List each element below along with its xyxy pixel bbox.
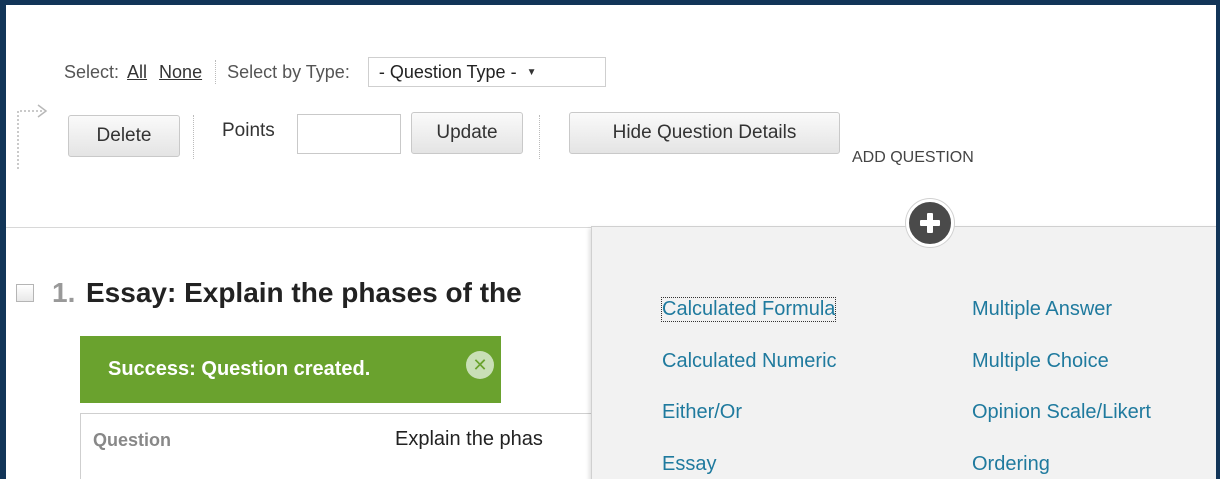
success-message: Success: Question created. — [108, 358, 371, 380]
dropdown-caret-icon: ▼ — [526, 66, 537, 78]
hide-question-details-button[interactable]: Hide Question Details — [569, 112, 840, 154]
question-column-label: Question — [93, 430, 172, 450]
update-button[interactable]: Update — [411, 112, 523, 154]
select-none-link[interactable]: None — [159, 62, 202, 83]
option-calculated-numeric[interactable]: Calculated Numeric — [662, 350, 837, 373]
divider — [215, 60, 217, 84]
question-checkbox[interactable] — [16, 284, 34, 302]
add-question-label: ADD QUESTION — [852, 149, 974, 166]
option-ordering[interactable]: Ordering — [972, 453, 1050, 476]
delete-button[interactable]: Delete — [68, 115, 180, 157]
divider — [193, 115, 194, 159]
option-essay[interactable]: Essay — [662, 453, 716, 476]
plus-circle-icon[interactable] — [906, 199, 954, 247]
corner-arrow-icon — [17, 104, 48, 169]
option-either-or[interactable]: Either/Or — [662, 401, 742, 424]
option-opinion-scale-likert[interactable]: Opinion Scale/Likert — [972, 401, 1151, 424]
app-frame: Select: All None Select by Type: - Quest… — [0, 0, 1220, 479]
close-circle-icon[interactable]: ✕ — [466, 351, 494, 379]
question-number: 1. — [52, 277, 76, 308]
question-details-table: Question Explain the phas — [80, 413, 600, 479]
success-banner: Success: Question created. ✕ — [80, 336, 501, 403]
points-label: Points — [222, 120, 275, 141]
select-all-link[interactable]: All — [127, 62, 147, 83]
question-type-value: - Question Type - — [378, 61, 517, 82]
question-title: Essay: Explain the phases of the — [86, 277, 522, 308]
question-text: Explain the phas — [395, 428, 543, 450]
option-multiple-choice[interactable]: Multiple Choice — [972, 350, 1109, 373]
selection-row: Select: All None Select by Type: - Quest… — [64, 57, 606, 87]
divider — [539, 115, 540, 159]
select-by-type-label: Select by Type: — [227, 61, 350, 82]
points-input[interactable] — [297, 114, 401, 154]
select-label: Select: — [64, 61, 120, 82]
question-type-select[interactable]: - Question Type - ▼ — [367, 57, 606, 87]
option-multiple-answer[interactable]: Multiple Answer — [972, 298, 1112, 321]
option-calculated-formula[interactable]: Calculated Formula — [660, 297, 837, 322]
add-question-menu: Calculated Formula Calculated Numeric Ei… — [591, 226, 1216, 479]
